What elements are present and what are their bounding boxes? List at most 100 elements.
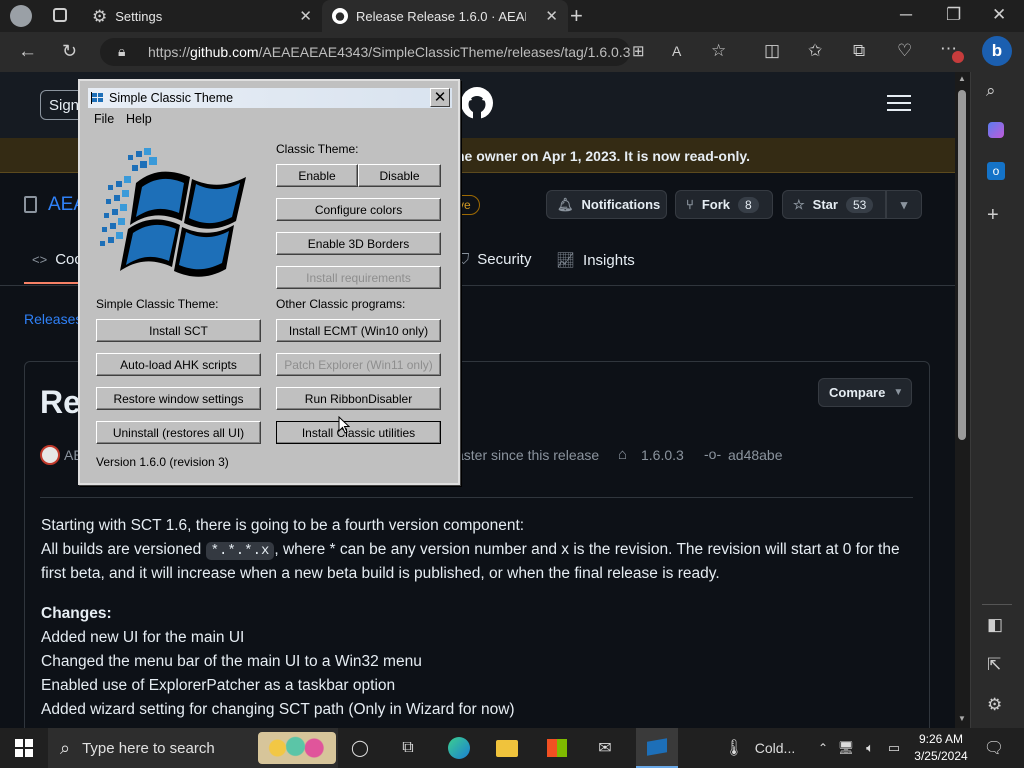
favorite-star-icon[interactable]: ☆ [711, 42, 726, 59]
change-item: Changed the menu bar of the main UI to a… [41, 653, 422, 670]
tab-security-label: Security [477, 251, 532, 268]
version-text-b: , where * can be any version number and … [274, 541, 900, 558]
bell-icon: 🔔︎ [557, 196, 574, 212]
fork-icon: ⑂ [686, 197, 694, 212]
commit-link[interactable]: ad48abe [728, 447, 783, 463]
notification-center-icon[interactable]: 🗨︎ [980, 728, 1008, 768]
notifications-button[interactable]: 🔔︎ Notifications [546, 190, 667, 219]
star-icon: ☆ [793, 196, 805, 212]
weather-icon[interactable]: 🌡︎ [722, 728, 746, 768]
open-external-icon[interactable]: ⇱ [987, 656, 1001, 673]
sct-taskbar-icon[interactable] [636, 728, 678, 768]
dialog-title-bar[interactable]: Simple Classic Theme [88, 88, 452, 108]
add-sidebar-icon[interactable]: + [987, 205, 999, 225]
chevron-down-icon: ▼ [893, 387, 904, 398]
install-ecmt-button[interactable]: Install ECMT (Win10 only) [276, 319, 441, 342]
file-explorer-icon[interactable] [490, 728, 524, 768]
fork-label: Fork [701, 197, 730, 212]
menu-help[interactable]: Help [126, 112, 152, 126]
github-logo-icon[interactable] [460, 86, 494, 120]
restore-icon[interactable]: ❐ [946, 6, 961, 23]
dialog-close-button[interactable]: ✕ [430, 88, 450, 107]
store-icon[interactable] [540, 728, 574, 768]
edge-taskbar-icon[interactable] [442, 728, 476, 768]
classic-theme-label: Classic Theme: [276, 142, 359, 156]
outlook-icon[interactable]: o [987, 162, 1005, 180]
weather-text[interactable]: Cold... [750, 728, 800, 768]
split-screen-icon[interactable]: ◫ [764, 42, 780, 59]
url-path: /AEAEAEAE4343/SimpleClassicTheme/release… [258, 44, 630, 60]
hide-sidebar-icon[interactable]: ◧ [987, 616, 1003, 633]
scroll-up-arrow[interactable]: ▲ [958, 74, 966, 83]
browser-essentials-icon[interactable]: ♡ [897, 42, 912, 59]
restore-window-settings-button[interactable]: Restore window settings [96, 387, 261, 410]
cortana-icon[interactable]: ◯ [344, 728, 376, 768]
tab-insights[interactable]: 📈︎ Insights [556, 251, 635, 270]
menu-file[interactable]: File [94, 112, 114, 126]
run-ribbondisabler-button[interactable]: Run RibbonDisabler [276, 387, 441, 410]
tag-link[interactable]: 1.6.0.3 [641, 447, 684, 463]
close-tab-icon[interactable]: ✕ [545, 7, 558, 25]
back-icon[interactable]: ← [18, 42, 37, 61]
hamburger-menu-icon[interactable] [887, 95, 911, 111]
compare-button[interactable]: Compare ▼ [818, 378, 912, 407]
task-view-icon[interactable]: ⧉ [392, 728, 424, 768]
enable-button[interactable]: Enable [276, 164, 358, 187]
profile-avatar[interactable] [10, 5, 32, 27]
install-requirements-button: Install requirements [276, 266, 441, 289]
tab-release[interactable]: Release Release 1.6.0 · AEAEAEAEAE4343 ✕ [322, 0, 568, 32]
network-icon[interactable]: 🖥︎ [836, 728, 856, 768]
star-button[interactable]: ☆ Star 53 [782, 190, 886, 219]
app-icon [91, 91, 105, 105]
graph-icon: 📈︎ [556, 252, 576, 269]
author-avatar[interactable] [40, 445, 60, 465]
copilot-sidebar-icon[interactable] [988, 122, 1004, 138]
scroll-down-arrow[interactable]: ▼ [958, 714, 966, 723]
battery-icon[interactable]: ▭ [884, 728, 904, 768]
change-item: Added new UI for the main UI [41, 629, 245, 646]
uninstall-button[interactable]: Uninstall (restores all UI) [96, 421, 261, 444]
volume-muted-icon[interactable]: 🔈︎ [860, 728, 880, 768]
repo-icon [24, 196, 37, 213]
enable-3d-borders-button[interactable]: Enable 3D Borders [276, 232, 441, 255]
start-button[interactable] [0, 728, 48, 768]
scrollbar-thumb[interactable] [958, 90, 966, 440]
install-classic-utilities-button[interactable]: Install Classic utilities [276, 421, 441, 444]
configure-colors-button[interactable]: Configure colors [276, 198, 441, 221]
sct-section-label: Simple Classic Theme: [96, 297, 219, 311]
fork-button[interactable]: ⑂ Fork 8 [675, 190, 773, 219]
search-icon[interactable]: ⌕ [986, 82, 996, 99]
lock-icon[interactable]: 🔒︎ [118, 44, 125, 58]
new-tab-icon[interactable]: + [570, 5, 583, 27]
clock[interactable]: 9:26 AM 3/25/2024 [910, 731, 972, 765]
breadcrumb-releases[interactable]: Releases [24, 311, 82, 327]
read-aloud-icon[interactable]: A [672, 44, 681, 58]
github-icon [332, 8, 348, 24]
release-title: Re [40, 384, 81, 420]
sidebar-settings-icon[interactable]: ⚙ [987, 696, 1002, 713]
gear-icon: ⚙ [92, 6, 108, 26]
commits-since-text[interactable]: aster since this release [456, 447, 599, 463]
close-tab-icon[interactable]: ✕ [299, 7, 312, 25]
refresh-icon[interactable]: ↻ [62, 42, 77, 60]
url-domain: github.com [190, 44, 259, 60]
tab-settings[interactable]: ⚙ Settings ✕ [46, 0, 322, 32]
autoload-ahk-button[interactable]: Auto-load AHK scripts [96, 353, 261, 376]
tab-security[interactable]: ⛉ Security [458, 251, 531, 268]
show-hidden-icons[interactable]: ⌃ [814, 728, 832, 768]
app-available-icon[interactable]: ⊞ [632, 44, 645, 59]
windows-logo-icon [15, 739, 33, 757]
favorites-icon[interactable]: ✩ [808, 42, 822, 59]
close-window-icon[interactable]: ✕ [992, 6, 1006, 23]
tab-title: Settings [115, 8, 163, 24]
minimize-icon[interactable]: ─ [900, 6, 912, 23]
notifications-label: Notifications [581, 197, 661, 212]
collections-icon[interactable]: ⧉ [853, 42, 865, 59]
tab-code[interactable]: <> Coc [32, 251, 82, 268]
install-sct-button[interactable]: Install SCT [96, 319, 261, 342]
star-dropdown-button[interactable]: ▾ [886, 190, 922, 219]
mail-icon[interactable]: ✉ [588, 728, 622, 768]
address-bar[interactable]: https://github.com/AEAEAEAE4343/SimpleCl… [100, 38, 630, 66]
copilot-icon[interactable]: b [982, 36, 1012, 66]
disable-button[interactable]: Disable [358, 164, 441, 187]
